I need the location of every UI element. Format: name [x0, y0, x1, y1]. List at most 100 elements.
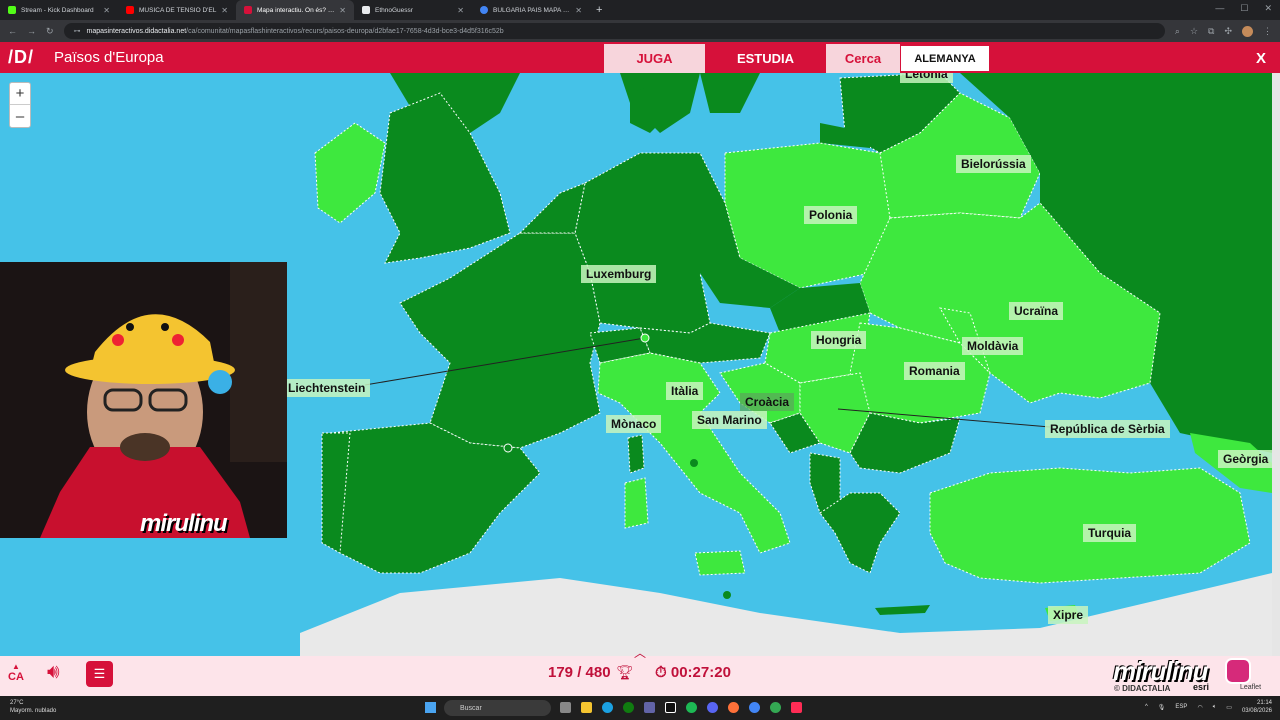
browser-tab-ethnoguessr[interactable]: EthnoGuessr ✕ [354, 0, 472, 20]
extension-icon[interactable]: ⧉ [1208, 26, 1214, 37]
mode-study-button[interactable]: ESTUDIA [705, 44, 826, 73]
bookmark-star-icon[interactable]: ☆ [1190, 26, 1198, 37]
list-icon: ☰ [93, 666, 106, 681]
label-croatia[interactable]: Croàcia [740, 393, 795, 411]
country-sardinia [624, 477, 649, 529]
browser-tab-search[interactable]: BULGARIA PAIS MAPA - Cerca ✕ [472, 0, 590, 20]
app-header: /D/ Països d'Europa JUGA ESTUDIA Cerca A… [0, 42, 1280, 73]
timer: ⏱︎ 00:27:20 [655, 664, 731, 681]
forward-icon[interactable]: → [27, 26, 36, 36]
site-info-icon[interactable]: ⊶ [74, 27, 81, 35]
kick-icon [8, 6, 16, 14]
close-button[interactable]: X [1256, 50, 1266, 67]
teams-icon[interactable] [644, 702, 655, 713]
clock-date: 03/08/2026 [1241, 708, 1272, 714]
taskbar-search[interactable]: Buscar [444, 700, 551, 716]
webcam-overlay: mirulinu [0, 262, 287, 538]
mode-play-button[interactable]: JUGA [604, 44, 705, 73]
label-italy[interactable]: Itàlia [666, 382, 704, 400]
tiktok-icon[interactable] [665, 702, 676, 713]
maximize-icon[interactable]: ☐ [1240, 3, 1248, 14]
reload-icon[interactable]: ↻ [46, 26, 54, 37]
label-san-marino[interactable]: San Marino [692, 411, 767, 429]
browser-tab-map[interactable]: Mapa interactiu. On és? Països ✕ [236, 0, 354, 20]
ethnoguessr-icon [362, 6, 370, 14]
chevron-up-tray-icon[interactable]: ^ [1145, 704, 1148, 710]
profile-avatar[interactable] [1242, 25, 1253, 37]
browser-tab-kick[interactable]: Stream - Kick Dashboard ✕ [0, 0, 118, 20]
leaflet-credit[interactable]: Leaflet [1240, 684, 1261, 691]
clock-time: 21:14 [1256, 700, 1272, 706]
spotify-icon[interactable] [686, 702, 697, 713]
label-liechtenstein[interactable]: Liechtenstein [283, 379, 371, 397]
minimize-icon[interactable]: — [1215, 3, 1224, 14]
firefox-icon[interactable] [728, 702, 739, 713]
xbox-icon[interactable] [623, 702, 634, 713]
label-ukraine[interactable]: Ucraïna [1009, 302, 1064, 320]
andorra-dot [503, 443, 513, 453]
system-tray: ^ 🎙︎ ESP ◠ 🔈︎ ▭ 21:14 03/08/2026 [1145, 699, 1272, 715]
didactalia-icon [244, 6, 252, 14]
close-tab-icon[interactable]: ✕ [103, 6, 110, 15]
language-button[interactable]: ▲ CA [8, 662, 24, 683]
task-view-icon[interactable] [560, 702, 571, 713]
zoom-out-button[interactable]: – [10, 105, 30, 127]
url-field[interactable]: ⊶ mapasinteractivos.didactalia.net/ca/co… [63, 23, 1165, 39]
mode-find-button[interactable]: Cerca [826, 44, 900, 73]
label-serbia[interactable]: República de Sèrbia [1045, 420, 1170, 438]
didactalia-logo[interactable]: /D/ [8, 47, 34, 68]
label-moldova[interactable]: Moldàvia [962, 337, 1024, 355]
chrome-alt-icon[interactable] [770, 702, 781, 713]
wifi-icon[interactable]: ◠ [1197, 704, 1202, 711]
bottom-bar: ︿ ▲ CA 🔊︎ ☰ 179 / 480 🏆︎ ⏱︎ 00:27:20 mir… [0, 646, 1280, 696]
menu-button[interactable]: ☰ [86, 661, 113, 687]
windows-start-icon[interactable] [425, 702, 436, 713]
label-hungary[interactable]: Hongria [811, 331, 867, 349]
tiktok-live-icon[interactable] [791, 702, 802, 713]
country-sicily [694, 550, 746, 576]
country-benelux [518, 182, 586, 234]
clock[interactable]: 21:14 03/08/2026 [1242, 699, 1272, 715]
label-poland[interactable]: Polonia [804, 206, 858, 224]
speaker-icon[interactable]: 🔊︎ [47, 661, 60, 684]
input-language[interactable]: ESP [1175, 704, 1187, 710]
back-icon[interactable]: ← [8, 26, 17, 36]
edge-icon[interactable] [602, 702, 613, 713]
zoom-control: + – [9, 82, 31, 128]
discord-icon[interactable] [707, 702, 718, 713]
chevron-up-icon[interactable]: ︿ [634, 644, 646, 661]
label-turkey[interactable]: Turquia [1083, 524, 1137, 542]
weather-desc: Mayorm. nublado [10, 708, 57, 714]
microphone-icon[interactable]: 🎙︎ [1158, 704, 1166, 711]
file-explorer-icon[interactable] [581, 702, 592, 713]
puzzle-icon[interactable]: ✣ [1224, 26, 1232, 37]
new-tab-button[interactable]: + [596, 4, 602, 16]
label-belarus[interactable]: Bielorússia [956, 155, 1031, 173]
label-luxembourg[interactable]: Luxemburg [581, 265, 657, 283]
zoom-icon[interactable]: ⌕ [1175, 26, 1180, 37]
label-cyprus[interactable]: Xipre [1048, 606, 1089, 624]
close-tab-icon[interactable]: ✕ [575, 6, 582, 15]
north-africa [300, 573, 1272, 656]
window-close-icon[interactable]: ✕ [1264, 3, 1272, 14]
scrollbar[interactable] [1272, 73, 1280, 656]
label-monaco[interactable]: Mònaco [606, 415, 662, 433]
taskbar-apps [560, 702, 802, 713]
google-icon [480, 6, 488, 14]
weather-widget[interactable]: 27°C Mayorm. nublado [10, 699, 56, 715]
flag-icon: ▲ [11, 662, 20, 671]
label-latvia[interactable]: Letònia [900, 73, 953, 83]
label-romania[interactable]: Romania [904, 362, 965, 380]
zoom-in-button[interactable]: + [10, 83, 30, 105]
close-tab-icon[interactable]: ✕ [221, 6, 228, 15]
close-tab-icon[interactable]: ✕ [457, 6, 464, 15]
chrome-icon[interactable] [749, 702, 760, 713]
label-georgia[interactable]: Geòrgia [1218, 450, 1272, 468]
volume-icon[interactable]: 🔈︎ [1213, 704, 1217, 711]
close-tab-icon[interactable]: ✕ [339, 6, 346, 15]
browser-tab-music[interactable]: MÚSICA DE TENSIÓ D'EL ✕ [118, 0, 236, 20]
battery-icon[interactable]: ▭ [1226, 704, 1232, 711]
tab-title: Mapa interactiu. On és? Països [257, 6, 335, 14]
menu-dots-icon[interactable]: ⋮ [1263, 26, 1272, 37]
trophy-icon: 🏆︎ [616, 664, 634, 680]
